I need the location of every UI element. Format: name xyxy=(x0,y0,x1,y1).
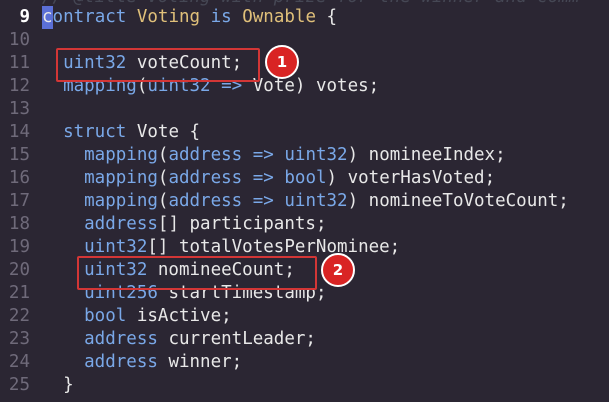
line-number: 25 xyxy=(8,375,30,395)
code-token: address xyxy=(168,145,243,165)
line-number: 23 xyxy=(8,329,30,349)
line-number: 17 xyxy=(8,191,30,211)
code-token: Vote) votes; xyxy=(252,76,380,96)
highlight-box-vote-count xyxy=(56,48,260,82)
line-number: 16 xyxy=(8,168,30,188)
code-text: address winner; xyxy=(42,351,242,374)
code-token: => xyxy=(242,145,285,165)
code-text: mapping(address => uint32) nomineeToVote… xyxy=(42,190,569,213)
code-token: address xyxy=(42,329,158,349)
code-token: currentLeader; xyxy=(157,329,316,349)
code-token: is xyxy=(210,7,232,27)
line-number: 12 xyxy=(8,76,30,96)
code-text: } xyxy=(42,374,74,397)
code-token: ( xyxy=(157,145,169,165)
code-token: winner; xyxy=(157,352,243,372)
code-token: Voting xyxy=(126,7,211,27)
code-line[interactable]: 25 } xyxy=(0,374,609,397)
code-token: ontract xyxy=(52,7,127,27)
line-number: 18 xyxy=(8,214,30,234)
line-number: 14 xyxy=(8,122,30,142)
code-line[interactable]: 13 xyxy=(0,98,609,121)
code-token: struct xyxy=(42,122,127,142)
code-token: ( xyxy=(157,191,169,211)
code-text: address[] participants; xyxy=(42,213,326,236)
code-editor[interactable]: // @title Voting with prize for the winn… xyxy=(0,0,609,402)
code-token: ) nomineeIndex; xyxy=(347,145,506,165)
code-text: mapping(address => uint32) nomineeIndex; xyxy=(42,144,506,167)
code-line[interactable]: 22 bool isActive; xyxy=(0,305,609,328)
line-number: 20 xyxy=(8,260,30,280)
line-number: 19 xyxy=(8,237,30,257)
line-number: 9 xyxy=(19,7,30,27)
text-cursor: c xyxy=(42,6,53,29)
code-token: } xyxy=(42,375,74,395)
code-token: [] participants; xyxy=(157,214,327,234)
code-line[interactable]: 18 address[] participants; xyxy=(0,213,609,236)
line-number: 24 xyxy=(8,352,30,372)
code-token: address xyxy=(168,168,243,188)
code-token: [] totalVotesPerNominee; xyxy=(147,237,401,257)
code-token: isActive; xyxy=(126,306,232,326)
code-line[interactable]: 15 mapping(address => uint32) nomineeInd… xyxy=(0,144,609,167)
annotation-badge-1: 1 xyxy=(265,45,299,79)
code-token: mapping xyxy=(42,191,158,211)
code-text: mapping(address => bool) voterHasVoted; xyxy=(42,167,495,190)
code-text: address currentLeader; xyxy=(42,328,316,351)
code-token: mapping xyxy=(42,168,158,188)
code-token: => xyxy=(242,168,285,188)
code-line[interactable]: 16 mapping(address => bool) voterHasVote… xyxy=(0,167,609,190)
highlight-box-nominee-count xyxy=(77,256,317,290)
line-number: 21 xyxy=(8,283,30,303)
code-token: uint32 xyxy=(42,237,148,257)
code-token: ) voterHasVoted; xyxy=(326,168,496,188)
code-token: Ownable xyxy=(231,7,327,27)
code-token: ) nomineeToVoteCount; xyxy=(347,191,569,211)
line-number: 15 xyxy=(8,145,30,165)
code-text: bool isActive; xyxy=(42,305,232,328)
line-number: 11 xyxy=(8,53,30,73)
code-line[interactable]: 14 struct Vote { xyxy=(0,121,609,144)
annotation-badge-2: 2 xyxy=(321,253,355,287)
code-token: mapping xyxy=(42,145,158,165)
code-text: contract Voting is Ownable { xyxy=(42,6,337,29)
code-token: => xyxy=(242,191,285,211)
code-token: bool xyxy=(284,168,327,188)
code-token: uint32 xyxy=(284,145,348,165)
code-token: bool xyxy=(42,306,127,326)
code-token: ( xyxy=(157,168,169,188)
code-line[interactable]: 23 address currentLeader; xyxy=(0,328,609,351)
line-number: 13 xyxy=(8,99,30,119)
code-token: Vote { xyxy=(126,122,201,142)
line-number: 22 xyxy=(8,306,30,326)
code-text: struct Vote { xyxy=(42,121,200,144)
code-token: address xyxy=(168,191,243,211)
code-line[interactable]: 17 mapping(address => uint32) nomineeToV… xyxy=(0,190,609,213)
code-token: address xyxy=(42,352,158,372)
code-line[interactable]: 24 address winner; xyxy=(0,351,609,374)
code-token: address xyxy=(42,214,158,234)
code-token: { xyxy=(326,7,338,27)
code-line[interactable]: 9 contract Voting is Ownable { xyxy=(0,6,609,29)
code-token: uint32 xyxy=(284,191,348,211)
line-number: 10 xyxy=(8,30,30,50)
